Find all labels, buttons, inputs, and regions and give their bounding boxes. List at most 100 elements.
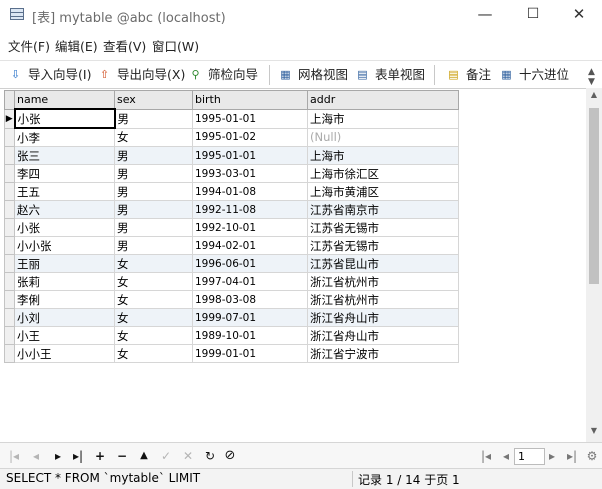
cell-sex[interactable]: 男 (114, 200, 193, 219)
cell-birth[interactable]: 1992-10-01 (192, 218, 308, 237)
table-row[interactable]: 小李 女 1995-01-02 (Null) (4, 127, 459, 147)
next-page-icon[interactable]: ▸ (544, 448, 560, 464)
maximize-button[interactable]: ☐ (510, 0, 556, 30)
cell-name[interactable]: 小王 (14, 326, 115, 345)
table-row[interactable]: 小刘 女 1999-07-01 浙江省舟山市 (4, 308, 459, 327)
column-header-sex[interactable]: sex (114, 90, 193, 110)
cell-addr[interactable]: 浙江省宁波市 (307, 344, 459, 363)
form-view-button[interactable]: ▤ 表单视图 (355, 66, 425, 84)
table-row[interactable]: ▶ 小张 男 1995-01-01 上海市 (4, 108, 459, 129)
refresh-icon[interactable]: ↻ (202, 448, 218, 464)
grid-view-button[interactable]: ▦ 网格视图 (278, 66, 348, 84)
cell-addr[interactable]: 江苏省无锡市 (307, 236, 459, 255)
apply-changes-icon[interactable]: ▲ (136, 448, 152, 464)
cell-name[interactable]: 李俐 (14, 290, 115, 309)
table-row[interactable]: 王丽 女 1996-06-01 江苏省昆山市 (4, 254, 459, 273)
scrollbar-thumb[interactable] (589, 108, 599, 284)
table-row[interactable]: 小张 男 1992-10-01 江苏省无锡市 (4, 218, 459, 237)
add-record-icon[interactable]: + (92, 448, 108, 464)
cell-birth[interactable]: 1999-07-01 (192, 308, 308, 327)
first-record-icon[interactable]: |◂ (6, 448, 22, 464)
table-row[interactable]: 李俐 女 1998-03-08 浙江省杭州市 (4, 290, 459, 309)
menu-window[interactable]: 窗口(W) (152, 36, 199, 55)
cancel-icon[interactable]: ✕ (180, 448, 196, 464)
cell-name[interactable]: 小张 (13, 108, 116, 129)
menu-file[interactable]: 文件(F) (8, 36, 50, 55)
prev-record-icon[interactable]: ◂ (28, 448, 44, 464)
cell-name[interactable]: 王五 (14, 182, 115, 201)
last-record-icon[interactable]: ▸| (70, 448, 86, 464)
table-row[interactable]: 李四 男 1993-03-01 上海市徐汇区 (4, 164, 459, 183)
last-page-icon[interactable]: ▸| (564, 448, 580, 464)
column-header-name[interactable]: name (14, 90, 115, 110)
cell-addr[interactable]: 上海市 (307, 146, 459, 165)
cell-addr[interactable]: 浙江省杭州市 (307, 290, 459, 309)
cell-addr[interactable]: 浙江省舟山市 (307, 326, 459, 345)
cell-birth[interactable]: 1997-04-01 (192, 272, 308, 291)
cell-birth[interactable]: 1998-03-08 (192, 290, 308, 309)
table-row[interactable]: 张三 男 1995-01-01 上海市 (4, 146, 459, 165)
cell-birth[interactable]: 1995-01-02 (192, 127, 308, 147)
cell-addr[interactable]: 江苏省无锡市 (307, 218, 459, 237)
filter-wizard-button[interactable]: ⚲ 筛检向导 (188, 66, 258, 84)
table-row[interactable]: 张莉 女 1997-04-01 浙江省杭州市 (4, 272, 459, 291)
hex-button[interactable]: ▦ 十六进位 (499, 66, 569, 84)
import-wizard-button[interactable]: ⇩ 导入向导(I) (8, 66, 92, 84)
scroll-down-icon[interactable]: ▼ (586, 426, 602, 440)
confirm-icon[interactable]: ✓ (158, 448, 174, 464)
cell-name[interactable]: 李四 (14, 164, 115, 183)
cell-birth[interactable]: 1999-01-01 (192, 344, 308, 363)
table-row[interactable]: 小小张 男 1994-02-01 江苏省无锡市 (4, 236, 459, 255)
cell-sex[interactable]: 女 (114, 326, 193, 345)
cell-sex[interactable]: 女 (114, 254, 193, 273)
cell-name[interactable]: 张莉 (14, 272, 115, 291)
cell-addr[interactable]: 上海市徐汇区 (307, 164, 459, 183)
cell-addr[interactable]: 上海市 (307, 108, 459, 129)
cell-birth[interactable]: 1994-02-01 (192, 236, 308, 255)
first-page-icon[interactable]: |◂ (478, 448, 494, 464)
cell-birth[interactable]: 1995-01-01 (192, 146, 308, 165)
table-row[interactable]: 王五 男 1994-01-08 上海市黄浦区 (4, 182, 459, 201)
cell-sex[interactable]: 男 (114, 182, 193, 201)
cell-sex[interactable]: 女 (114, 290, 193, 309)
table-row[interactable]: 小王 女 1989-10-01 浙江省舟山市 (4, 326, 459, 345)
menu-view[interactable]: 查看(V) (103, 36, 146, 55)
table-row[interactable]: 赵六 男 1992-11-08 江苏省南京市 (4, 200, 459, 219)
page-number-input[interactable]: 1 (514, 448, 545, 465)
prev-page-icon[interactable]: ◂ (498, 448, 514, 464)
cell-name[interactable]: 张三 (14, 146, 115, 165)
vertical-scrollbar[interactable]: ▲ ▼ (586, 88, 602, 442)
cell-addr[interactable]: 江苏省南京市 (307, 200, 459, 219)
stop-icon[interactable]: ⊘ (222, 448, 238, 464)
page-settings-icon[interactable]: ⚙ (584, 448, 600, 464)
cell-name[interactable]: 赵六 (14, 200, 115, 219)
cell-name[interactable]: 小张 (14, 218, 115, 237)
toolbar-overflow-icon[interactable]: ▲ ▼ (588, 67, 595, 87)
cell-sex[interactable]: 女 (114, 344, 193, 363)
cell-sex[interactable]: 男 (114, 108, 193, 129)
cell-sex[interactable]: 男 (114, 218, 193, 237)
menu-edit[interactable]: 编辑(E) (55, 36, 98, 55)
cell-name[interactable]: 小李 (14, 127, 115, 147)
cell-sex[interactable]: 女 (114, 127, 193, 147)
delete-record-icon[interactable]: − (114, 448, 130, 464)
cell-sex[interactable]: 女 (114, 308, 193, 327)
cell-sex[interactable]: 男 (114, 236, 193, 255)
export-wizard-button[interactable]: ⇧ 导出向导(X) (97, 66, 185, 84)
memo-button[interactable]: ▤ 备注 (446, 66, 491, 84)
table-row[interactable]: 小小王 女 1999-01-01 浙江省宁波市 (4, 344, 459, 363)
cell-sex[interactable]: 男 (114, 146, 193, 165)
column-header-birth[interactable]: birth (192, 90, 308, 110)
scroll-up-icon[interactable]: ▲ (586, 90, 602, 104)
cell-addr[interactable]: (Null) (307, 127, 459, 147)
minimize-button[interactable]: — (462, 0, 508, 30)
cell-name[interactable]: 小小王 (14, 344, 115, 363)
cell-addr[interactable]: 上海市黄浦区 (307, 182, 459, 201)
cell-sex[interactable]: 女 (114, 272, 193, 291)
cell-sex[interactable]: 男 (114, 164, 193, 183)
cell-addr[interactable]: 江苏省昆山市 (307, 254, 459, 273)
cell-name[interactable]: 小刘 (14, 308, 115, 327)
cell-birth[interactable]: 1989-10-01 (192, 326, 308, 345)
cell-addr[interactable]: 浙江省舟山市 (307, 308, 459, 327)
column-header-addr[interactable]: addr (307, 90, 459, 110)
